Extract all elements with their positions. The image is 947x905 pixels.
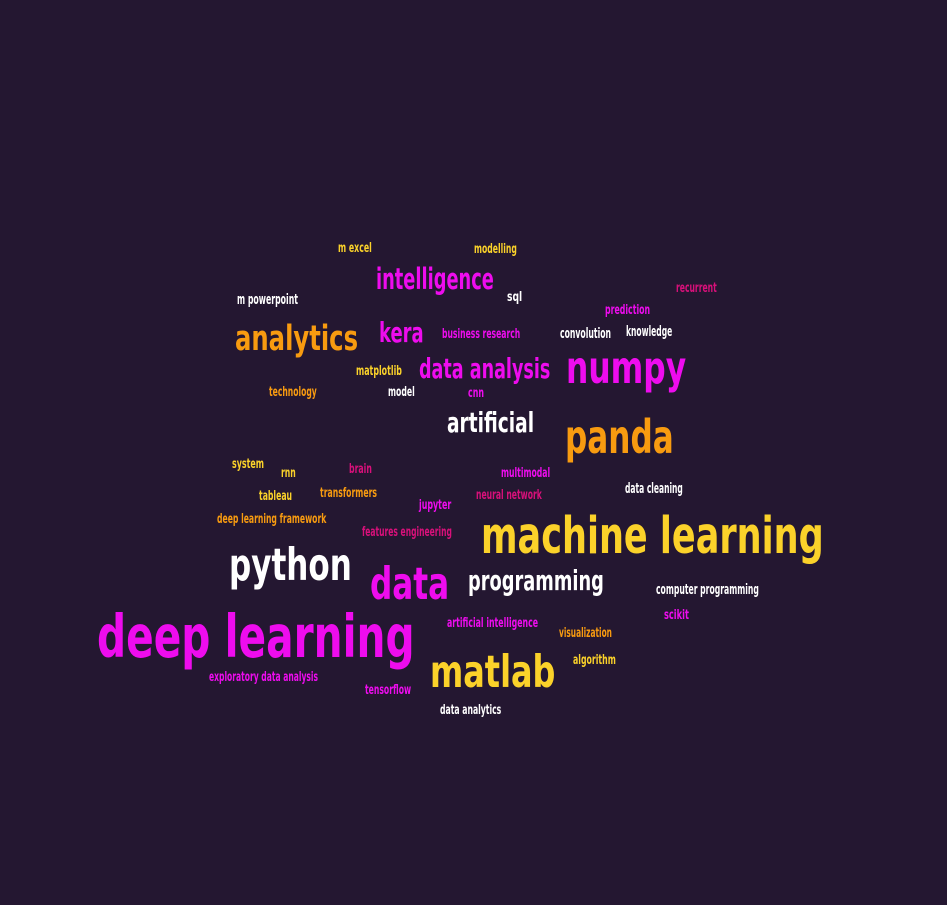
word-python: python <box>229 540 352 591</box>
word-data-cleaning: data cleaning <box>625 481 683 497</box>
word-analytics: analytics <box>235 319 359 359</box>
word-matplotlib: matplotlib <box>356 364 402 379</box>
word-panda: panda <box>565 410 674 464</box>
word-technology: technology <box>269 385 317 400</box>
word-data-analysis: data analysis <box>419 352 551 385</box>
word-convolution: convolution <box>560 326 612 342</box>
word-system: system <box>232 457 264 472</box>
word-numpy: numpy <box>566 343 687 394</box>
word-intelligence: intelligence <box>376 262 494 296</box>
word-business-research: business research <box>442 327 521 342</box>
word-tableau: tableau <box>259 489 293 504</box>
word-transformers: transformers <box>320 486 377 501</box>
word-sql: sql <box>507 290 523 305</box>
word-m-excel: m excel <box>338 241 372 256</box>
word-jupyter: jupyter <box>419 498 452 513</box>
word-m-powerpoint: m powerpoint <box>237 292 298 308</box>
word-exploratory-data-analysis: exploratory data analysis <box>209 670 319 685</box>
word-knowledge: knowledge <box>626 324 673 340</box>
word-visualization: visualization <box>559 626 612 641</box>
word-prediction: prediction <box>605 303 651 318</box>
word-features-engineering: features engineering <box>362 525 452 540</box>
word-data-analytics: data analytics <box>440 703 502 718</box>
word-programming: programming <box>468 564 604 597</box>
word-cloud: m excel modelling intelligence recurrent… <box>0 0 947 905</box>
word-computer-programming: computer programming <box>656 582 759 598</box>
word-deep-learning: deep learning <box>97 602 415 671</box>
word-matlab: matlab <box>430 647 556 698</box>
word-model: model <box>388 385 415 400</box>
word-artificial: artificial <box>447 406 535 439</box>
word-scikit: scikit <box>664 608 689 623</box>
word-recurrent: recurrent <box>676 281 717 296</box>
word-cnn: cnn <box>468 386 484 401</box>
word-brain: brain <box>349 462 372 477</box>
word-modelling: modelling <box>474 242 517 257</box>
word-multimodal: multimodal <box>501 466 551 481</box>
word-machine-learning: machine learning <box>481 506 824 565</box>
word-tensorflow: tensorflow <box>365 683 412 698</box>
word-algorithm: algorithm <box>573 653 616 668</box>
word-neural-network: neural network <box>476 488 542 503</box>
word-deep-learning-framework: deep learning framework <box>217 512 327 527</box>
word-rnn: rnn <box>281 466 296 481</box>
word-artificial-intelligence: artificial intelligence <box>447 616 539 631</box>
word-kera: kera <box>379 316 424 349</box>
